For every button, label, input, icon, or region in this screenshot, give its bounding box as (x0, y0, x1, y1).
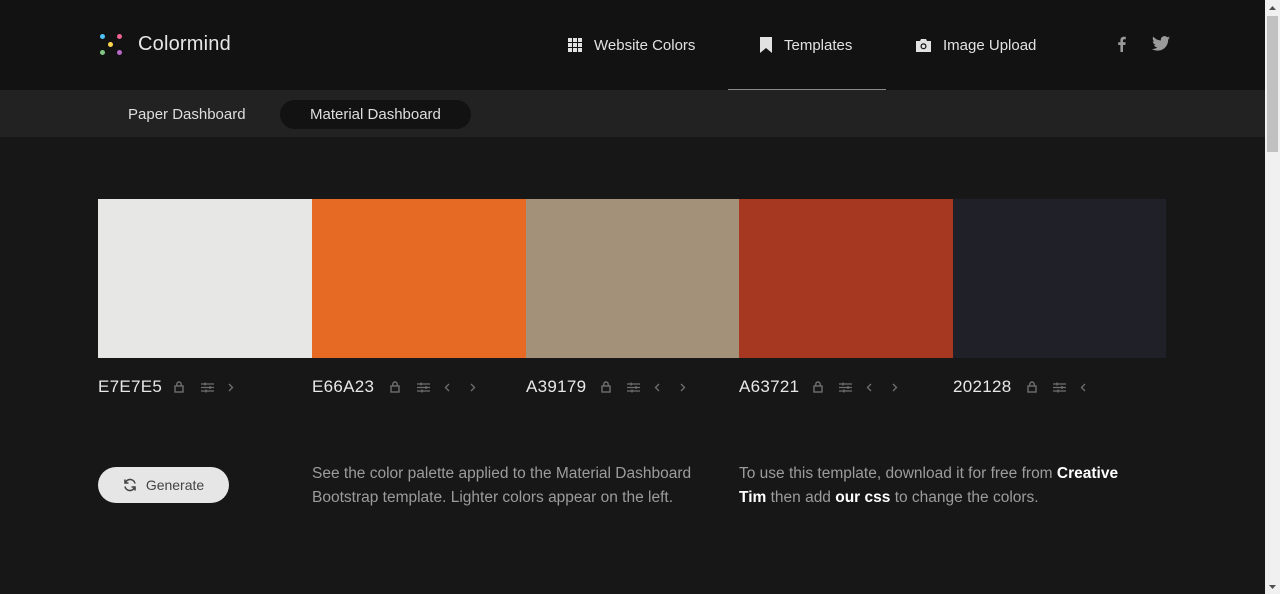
nav-label: Image Upload (943, 36, 1037, 54)
chevron-right-icon[interactable] (468, 383, 478, 392)
bookmark-icon (760, 37, 772, 53)
camera-icon (916, 38, 931, 52)
hex-code[interactable]: A63721 (739, 377, 811, 397)
lock-icon[interactable] (811, 381, 825, 393)
usage-text: to change the colors. (894, 489, 1039, 506)
grid-icon (568, 38, 582, 52)
scroll-up-arrow-icon[interactable] (1265, 0, 1280, 15)
nav-label: Website Colors (594, 36, 696, 54)
color-swatch-5[interactable] (953, 199, 1166, 358)
swatch-controls-3: A39179 (526, 376, 688, 398)
scroll-down-arrow-icon[interactable] (1265, 579, 1280, 594)
usage-text: then add (770, 489, 831, 506)
twitter-icon (1152, 36, 1170, 56)
colormind-logo-icon (98, 31, 124, 57)
swatch-controls-5: 202128 (953, 376, 1088, 398)
refresh-icon (123, 478, 137, 492)
tab-material-dashboard[interactable]: Material Dashboard (280, 100, 471, 129)
color-swatch-1[interactable] (98, 199, 312, 358)
adjust-icon[interactable] (416, 382, 430, 393)
color-swatch-3[interactable] (526, 199, 739, 358)
scrollbar[interactable] (1265, 0, 1280, 594)
chevron-left-icon[interactable] (652, 383, 662, 392)
swatch-controls-2: E66A23 (312, 376, 478, 398)
top-navbar: Colormind Website Colors Templates Image… (0, 0, 1265, 90)
template-description: See the color palette applied to the Mat… (312, 465, 692, 506)
brand-logo[interactable]: Colormind (98, 31, 231, 57)
chevron-right-icon[interactable] (226, 383, 236, 392)
color-swatch-4[interactable] (739, 199, 953, 358)
adjust-icon[interactable] (1052, 382, 1066, 393)
nav-templates[interactable]: Templates (760, 0, 852, 90)
usage-text: To use this template, download it for fr… (739, 465, 1053, 482)
generate-label: Generate (145, 477, 205, 493)
chevron-right-icon[interactable] (890, 383, 900, 392)
chevron-left-icon[interactable] (864, 383, 874, 392)
nav-label: Templates (784, 36, 853, 54)
hex-code[interactable]: E66A23 (312, 377, 388, 397)
nav-website-colors[interactable]: Website Colors (568, 0, 695, 90)
template-subnav: Paper Dashboard Material Dashboard (0, 90, 1265, 137)
chevron-left-icon[interactable] (442, 383, 452, 392)
hex-code[interactable]: A39179 (526, 377, 599, 397)
twitter-link[interactable] (1152, 36, 1170, 56)
facebook-icon (1117, 36, 1126, 57)
color-swatch-2[interactable] (312, 199, 526, 358)
tab-paper-dashboard[interactable]: Paper Dashboard (98, 100, 276, 129)
lock-icon[interactable] (388, 381, 402, 393)
usage-instructions: To use this template, download it for fr… (739, 462, 1119, 510)
nav-image-upload[interactable]: Image Upload (916, 0, 1036, 90)
brand-name: Colormind (138, 32, 231, 55)
adjust-icon[interactable] (626, 382, 640, 393)
hex-code[interactable]: E7E7E5 (98, 377, 172, 397)
chevron-right-icon[interactable] (678, 383, 688, 392)
adjust-icon[interactable] (200, 382, 214, 393)
scrollbar-thumb[interactable] (1267, 16, 1278, 152)
lock-icon[interactable] (1025, 381, 1039, 393)
hex-code[interactable]: 202128 (953, 377, 1025, 397)
generate-button[interactable]: Generate (98, 467, 229, 503)
our-css-link[interactable]: our css (835, 489, 890, 506)
lock-icon[interactable] (599, 381, 613, 393)
chevron-left-icon[interactable] (1078, 383, 1088, 392)
facebook-link[interactable] (1117, 36, 1126, 57)
swatch-controls-1: E7E7E5 (98, 376, 236, 398)
lock-icon[interactable] (172, 381, 186, 393)
adjust-icon[interactable] (838, 382, 852, 393)
swatch-controls-4: A63721 (739, 376, 900, 398)
